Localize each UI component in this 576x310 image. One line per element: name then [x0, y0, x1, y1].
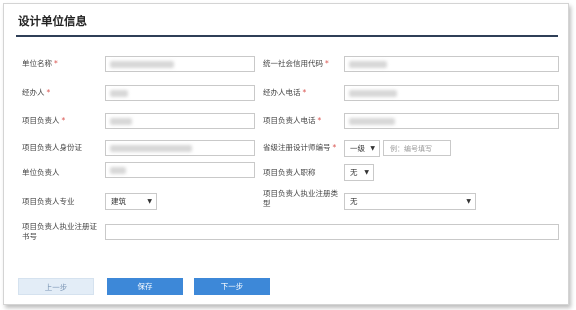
title-divider [16, 35, 558, 37]
project-leader-label: 项目负责人 * [22, 116, 66, 125]
unit-name-input[interactable] [105, 56, 255, 72]
project-leader-input[interactable] [105, 113, 255, 129]
leader-title-select[interactable]: 无 ▼ [344, 164, 374, 181]
leader-id-label: 项目负责人身份证 [22, 143, 82, 152]
unit-leader-input[interactable] [105, 162, 255, 178]
reg-cert-input[interactable]: 例：编号填写 [383, 140, 451, 156]
leader-qualification-label: 项目负责人执业注册类型 [263, 189, 338, 208]
leader-phone-input[interactable] [344, 113, 559, 129]
leader-phone-label: 项目负责人电话 * [263, 116, 322, 125]
unit-leader-label: 单位负责人 [22, 168, 60, 177]
unit-name-label: 单位名称 * [22, 59, 58, 68]
chevron-down-icon: ▼ [147, 198, 152, 205]
chevron-down-icon: ▼ [370, 145, 375, 152]
leader-qualification-select[interactable]: 无 ▼ [344, 193, 476, 210]
save-button[interactable]: 保存 [107, 278, 183, 295]
chevron-down-icon: ▼ [364, 169, 369, 176]
contact-label: 经办人 * [22, 88, 51, 97]
contact-phone-input[interactable] [344, 85, 559, 101]
reg-cert-label: 省级注册设计师编号 * [263, 143, 337, 152]
practice-cert-input[interactable] [105, 224, 559, 240]
leader-title-label: 项目负责人职称 [263, 168, 316, 177]
design-unit-form: 设计单位信息 单位名称 * 统一社会信用代码 * 经办人 * 经办人电话 * 项目负责人… [3, 3, 569, 305]
chevron-down-icon: ▼ [466, 198, 471, 205]
reg-cert-type-select[interactable]: 一级 ▼ [344, 140, 380, 157]
leader-major-select[interactable]: 建筑 ▼ [105, 193, 157, 210]
credit-code-label: 统一社会信用代码 * [263, 59, 329, 68]
credit-code-input[interactable] [344, 56, 559, 72]
leader-major-label: 项目负责人专业 [22, 197, 75, 206]
contact-phone-label: 经办人电话 * [263, 88, 307, 97]
practice-cert-label: 项目负责人执业注册证书号 [22, 222, 97, 241]
prev-step-button[interactable]: 上一步 [18, 278, 94, 295]
page-title: 设计单位信息 [18, 14, 87, 28]
contact-input[interactable] [105, 85, 255, 101]
leader-id-input[interactable] [105, 140, 255, 156]
next-step-button[interactable]: 下一步 [194, 278, 270, 295]
